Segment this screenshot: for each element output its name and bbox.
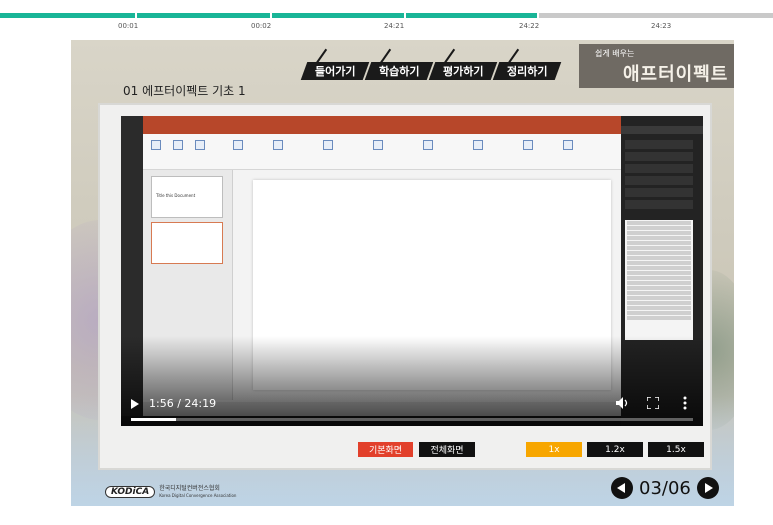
side-panel-row — [625, 188, 693, 197]
next-page-icon[interactable] — [696, 477, 719, 499]
tab-summary-label: 정리하기 — [506, 65, 548, 78]
brand-subtitle: 쉽게 배우는 — [595, 49, 635, 58]
ribbon-icon — [195, 140, 205, 150]
basic-view-button[interactable]: 기본화면 — [358, 442, 413, 457]
timeline-segment-1[interactable] — [0, 13, 135, 18]
org-name: 한국디지털컨버전스협회 Korea Digital Convergence As… — [159, 485, 236, 499]
page-count: 03/06 — [639, 477, 691, 499]
side-panel-row — [625, 200, 693, 209]
side-panel-list — [625, 220, 693, 340]
side-panel-row — [625, 164, 693, 173]
timeline-time-1: 00:01 — [118, 22, 139, 30]
volume-icon[interactable] — [616, 397, 630, 409]
ribbon-icon — [563, 140, 573, 150]
controls-shade — [121, 336, 703, 426]
tab-intro[interactable]: 들어가기 — [300, 62, 370, 80]
timeline-time-4: 24:22 — [519, 22, 540, 30]
lesson-stage: 들어가기 학습하기 평가하기 정리하기 쉽게 배우는 애프터이펙트 01 에프터… — [71, 40, 734, 506]
timeline-time-3: 24:21 — [384, 22, 405, 30]
fullscreen-icon[interactable] — [647, 397, 659, 409]
side-panel-header — [621, 126, 703, 134]
video-progress-fill — [131, 418, 176, 421]
video-time: 1:56 / 24:19 — [149, 397, 217, 410]
org-name-ko: 한국디지털컨버전스협회 — [159, 485, 220, 492]
side-panel-row — [625, 152, 693, 161]
org-logo-mark: KODiCA — [105, 486, 156, 498]
prev-page-icon[interactable] — [611, 477, 633, 499]
ribbon-icon — [523, 140, 533, 150]
tab-intro-label: 들어가기 — [314, 65, 356, 78]
ribbon-icon — [233, 140, 243, 150]
speed-1-2x-button[interactable]: 1.2x — [587, 442, 643, 457]
brand-title: 애프터이펙트 — [623, 64, 729, 85]
tab-summary[interactable]: 정리하기 — [492, 62, 562, 80]
slide-thumbnail-2 — [151, 222, 223, 264]
side-panel-row — [625, 140, 693, 149]
tab-learn-label: 학습하기 — [378, 65, 420, 78]
timeline-segment-2[interactable] — [137, 13, 270, 18]
speed-1-5x-button[interactable]: 1.5x — [648, 442, 704, 457]
ribbon-icon — [473, 140, 483, 150]
ppt-title-bar — [143, 116, 621, 126]
slide-thumbnail-1: Title this Document — [151, 176, 223, 218]
page-navigator: 03/06 — [611, 476, 719, 500]
ribbon-icon — [323, 140, 333, 150]
timeline-segment-4[interactable] — [406, 13, 537, 18]
slide-thumbnail-text: Title this Document — [156, 193, 196, 198]
more-options-icon[interactable] — [683, 396, 687, 410]
ribbon-icon — [151, 140, 161, 150]
org-name-en: Korea Digital Convergence Association — [159, 493, 237, 498]
video-frame: Title this Document 1:56 / 24:19 — [98, 103, 712, 470]
lesson-title: 01 에프터이펙트 기초 1 — [123, 84, 246, 98]
ribbon-icon — [423, 140, 433, 150]
ribbon-icon — [273, 140, 283, 150]
side-panel-row — [625, 176, 693, 185]
ppt-ribbon-tabs — [143, 126, 621, 134]
timeline-time-5: 24:23 — [651, 22, 672, 30]
timeline[interactable]: 00:01 00:02 24:21 24:22 24:23 — [0, 0, 773, 40]
ribbon-icon — [373, 140, 383, 150]
video-progress-bar[interactable] — [131, 418, 693, 421]
org-logo: KODiCA 한국디지털컨버전스협회 Korea Digital Converg… — [105, 482, 236, 502]
ppt-ribbon — [143, 134, 621, 170]
full-view-button[interactable]: 전체화면 — [419, 442, 475, 457]
timeline-segment-3[interactable] — [272, 13, 404, 18]
speed-1x-button[interactable]: 1x — [526, 442, 582, 457]
tab-learn[interactable]: 학습하기 — [364, 62, 434, 80]
timeline-segment-5[interactable] — [539, 13, 773, 18]
course-brand: 쉽게 배우는 애프터이펙트 — [579, 44, 734, 88]
ribbon-icon — [173, 140, 183, 150]
play-icon[interactable] — [131, 399, 139, 409]
tab-evaluate-label: 평가하기 — [442, 65, 484, 78]
tab-evaluate[interactable]: 평가하기 — [428, 62, 498, 80]
timeline-time-2: 00:02 — [251, 22, 272, 30]
video-player[interactable]: Title this Document 1:56 / 24:19 — [121, 116, 703, 426]
